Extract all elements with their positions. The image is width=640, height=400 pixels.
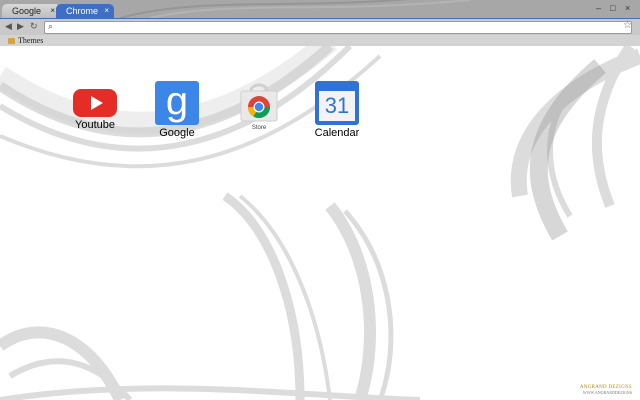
- calendar-icon: 31: [315, 81, 359, 125]
- tab-label: Chrome: [66, 6, 99, 16]
- branding-url: WWW.ANGRANDDEZIGNS: [582, 390, 632, 395]
- reload-button[interactable]: ↻: [30, 21, 38, 32]
- tab-google[interactable]: Google ×: [2, 4, 60, 18]
- calendar-date: 31: [319, 91, 355, 121]
- browser-window: Google × Chrome × – □ × ◀ ▶ ↻ ⌕ ☆ Themes: [0, 0, 640, 400]
- google-icon: g: [155, 81, 199, 125]
- tab-strip: Google × Chrome × – □ ×: [0, 0, 640, 18]
- app-label: Google: [159, 127, 195, 139]
- minimize-button[interactable]: –: [596, 3, 601, 13]
- app-store[interactable]: Store: [214, 81, 304, 131]
- address-input[interactable]: [59, 22, 619, 32]
- app-youtube[interactable]: Youtube: [50, 81, 140, 131]
- new-tab-page: Youtube g Google Store 31 Calendar ANGRA…: [0, 46, 640, 400]
- folder-icon: [8, 38, 15, 45]
- app-calendar[interactable]: 31 Calendar: [292, 81, 382, 139]
- tab-close-icon[interactable]: ×: [104, 6, 109, 15]
- bookmark-label: Themes: [18, 36, 44, 45]
- omnibox[interactable]: ⌕: [44, 21, 632, 34]
- app-google[interactable]: g Google: [132, 81, 222, 139]
- bookmark-star-icon[interactable]: ☆: [623, 20, 632, 31]
- maximize-button[interactable]: □: [610, 3, 615, 13]
- app-label: Store: [251, 125, 267, 131]
- app-label: Youtube: [75, 119, 115, 131]
- theme-branding: ANGRAND DEZIGNS WWW.ANGRANDDEZIGNS: [580, 385, 632, 395]
- youtube-icon: [73, 89, 117, 117]
- forward-button[interactable]: ▶: [17, 21, 24, 32]
- close-window-button[interactable]: ×: [625, 3, 630, 13]
- app-label: Calendar: [314, 127, 360, 139]
- bookmarks-bar: Themes: [0, 35, 640, 46]
- back-button[interactable]: ◀: [5, 21, 12, 32]
- tab-chrome[interactable]: Chrome ×: [56, 4, 114, 18]
- chrome-web-store-icon: [237, 81, 281, 125]
- toolbar: ◀ ▶ ↻ ⌕ ☆: [0, 18, 640, 35]
- bookmark-themes[interactable]: Themes: [8, 36, 43, 45]
- search-icon: ⌕: [48, 21, 54, 31]
- tab-label: Google: [12, 6, 42, 16]
- tab-close-icon[interactable]: ×: [50, 6, 55, 15]
